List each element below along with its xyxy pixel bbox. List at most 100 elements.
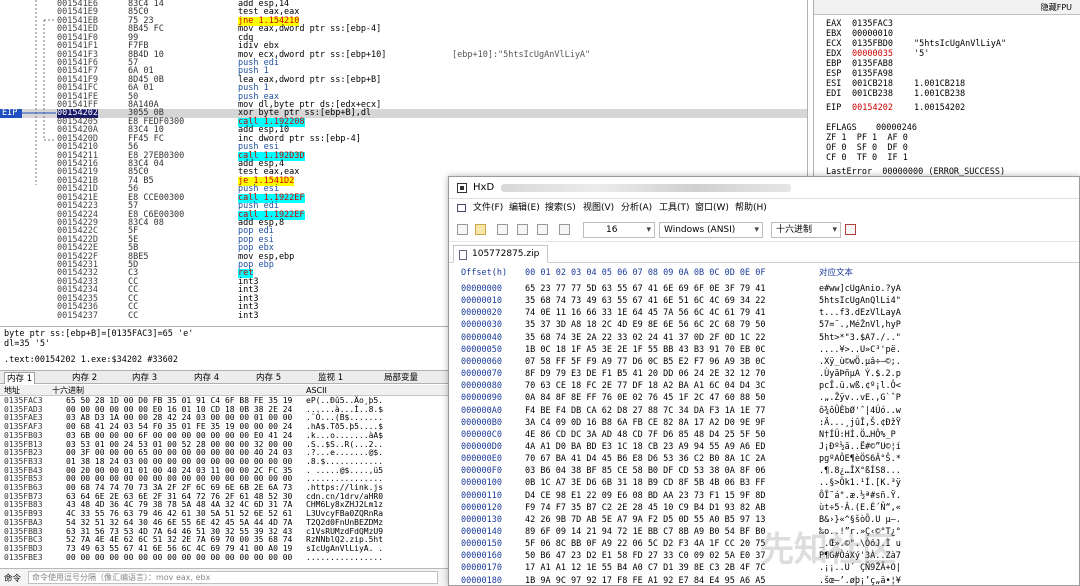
register-value[interactable]: 0135FAB8 <box>852 60 893 69</box>
register-annotation[interactable]: "5htsIcUgAnVlLiyA" <box>914 40 1006 49</box>
charset-select[interactable]: Windows (ANSI) <box>659 222 763 238</box>
hex-row[interactable]: 00000080 70 63 CE 18 FC 2E 77 DF 18 A2 BA… <box>449 380 1079 392</box>
register-annotation[interactable]: 1.00154202 <box>914 104 965 113</box>
register-name[interactable]: ESP <box>826 70 841 79</box>
hex-row[interactable]: 00000130 42 26 9B 7D AB 5E A7 9A F2 D5 0D… <box>449 514 1079 526</box>
register-name[interactable]: EDI <box>826 90 841 99</box>
offset-base-select[interactable]: 十六进制 <box>771 222 841 238</box>
register-name[interactable]: ECX <box>826 40 841 49</box>
offset-base-value: 十六进制 <box>776 225 813 235</box>
hxd-menu-item[interactable]: 编辑(E) <box>509 199 540 217</box>
memory-tab[interactable]: 内存 1 <box>4 372 36 384</box>
register-annotation[interactable]: 1.001CB238 <box>914 90 965 99</box>
window-menu-icon[interactable] <box>457 204 466 212</box>
hex-row[interactable]: 00000110 D4 CE 98 E1 22 09 E6 08 BD AA 23… <box>449 490 1079 502</box>
hxd-toolbar: 16 Windows (ANSI) 十六进制 <box>449 218 1079 242</box>
register-name[interactable]: ESI <box>826 80 841 89</box>
hex-bytes: 4A A1 D0 BA BD E3 1C 18 CB 23 A9 94 55 A… <box>525 441 766 452</box>
hex-offset: 00000180 <box>461 575 502 586</box>
register-value[interactable]: 0135FBD0 <box>852 40 893 49</box>
register-name[interactable]: EBX <box>826 30 841 39</box>
eflags-value[interactable]: 00000246 <box>876 124 917 133</box>
hex-row[interactable]: 00000040 35 68 74 3E 2A 22 33 02 24 41 37… <box>449 332 1079 344</box>
register-name[interactable]: EBP <box>826 60 841 69</box>
memory-tab[interactable]: 监视 1 <box>316 372 345 384</box>
command-input[interactable]: 命令使用逗号分隔（像汇编语言）：mov eax, ebx <box>28 571 438 584</box>
hxd-menu-item[interactable]: 工具(T) <box>659 199 690 217</box>
hex-bytes: 70 63 CE 18 FC 2E 77 DF 18 A2 BA A1 6C 0… <box>525 381 766 392</box>
info-pane: byte ptr ss:[ebp+B]=[0135FAC3]=65 'e' dl… <box>0 326 448 368</box>
byte-column-header: 00 01 02 03 04 05 06 07 08 09 0A 0B 0C 0… <box>525 268 766 278</box>
hxd-title-bar[interactable]: HxD <box>449 177 1079 199</box>
hex-row[interactable]: 000000D0 4A A1 D0 BA BD E3 1C 18 CB 23 A9… <box>449 441 1079 453</box>
register-value[interactable]: 001CB218 <box>852 80 893 89</box>
memory-tab[interactable]: 内存 5 <box>254 372 283 384</box>
register-name[interactable]: EAX <box>826 20 841 29</box>
hide-fpu-toggle[interactable]: 隐藏FPU <box>814 0 1080 15</box>
hex-offset: 00000150 <box>461 539 502 550</box>
register-value[interactable]: 001CB238 <box>852 90 893 99</box>
open-folder-icon[interactable] <box>475 224 486 235</box>
hex-row[interactable]: 00000160 50 B6 47 23 D2 E1 58 FD 27 33 C0… <box>449 550 1079 562</box>
save-icon[interactable] <box>497 224 508 235</box>
hex-text: 57=¨.,MéŽnVl,hyP <box>819 320 901 331</box>
hex-row[interactable]: 00000170 17 A1 A1 12 1E 55 B4 A0 C7 D1 39… <box>449 562 1079 574</box>
hxd-menu-item[interactable]: 搜索(S) <box>545 199 576 217</box>
hex-row[interactable]: 00000000 65 23 77 77 5D 63 55 67 41 6E 69… <box>449 283 1079 295</box>
hex-row[interactable]: 00000060 07 58 FF 5F F9 A9 77 D6 0C B5 E2… <box>449 356 1079 368</box>
hxd-menu-item[interactable]: 窗口(W) <box>695 199 729 217</box>
hex-row[interactable]: 00000120 F9 74 F7 35 B7 C2 2E 28 45 10 C9… <box>449 502 1079 514</box>
hex-row[interactable]: 000000B0 3A C4 09 0D 16 B8 6A FB CE 82 8A… <box>449 417 1079 429</box>
hex-row[interactable]: 000000F0 03 B6 04 38 BF 85 CE 58 B0 DF CD… <box>449 465 1079 477</box>
flag-row[interactable]: ZF 1 PF 1 AF 0 <box>826 134 908 143</box>
register-name[interactable]: EDX <box>826 50 841 59</box>
bytes-per-row-select[interactable]: 16 <box>583 222 655 238</box>
flag-row[interactable]: OF 0 SF 0 DF 0 <box>826 144 908 153</box>
hex-row[interactable]: 000000E0 70 67 BA 41 D4 45 B6 E8 D6 53 36… <box>449 453 1079 465</box>
hex-row[interactable]: 00000020 74 0E 11 16 66 33 1E 64 45 7A 56… <box>449 307 1079 319</box>
register-value[interactable]: 0135FA98 <box>852 70 893 79</box>
hex-row[interactable]: 000000A0 F4 BE F4 DB CA 62 D8 27 88 7C 34… <box>449 405 1079 417</box>
hex-row[interactable]: 00000050 1B 0C 18 1F A5 3E 2E 1F 55 BB 43… <box>449 344 1079 356</box>
eflags-label[interactable]: EFLAGS <box>826 124 857 133</box>
hex-row[interactable]: 000000C0 4E 86 CD DC 3A AD 48 CD 7F D6 85… <box>449 429 1079 441</box>
memory-tab[interactable]: 内存 4 <box>192 372 221 384</box>
memory-tab[interactable]: 内存 2 <box>70 372 99 384</box>
register-value[interactable]: 00154202 <box>852 104 893 113</box>
copy-icon[interactable] <box>537 224 548 235</box>
register-annotation[interactable]: 1.001CB218 <box>914 80 965 89</box>
flag-row[interactable]: CF 0 TF 0 IF 1 <box>826 154 908 163</box>
hxd-menu-item[interactable]: 分析(A) <box>621 199 652 217</box>
hex-row[interactable]: 00000090 0A 84 8F 8E FF 76 0E 02 76 45 1F… <box>449 392 1079 404</box>
hxd-menu-item[interactable]: 帮助(H) <box>735 199 767 217</box>
print-icon[interactable] <box>517 224 528 235</box>
file-tab[interactable]: 105772875.zip <box>453 245 549 263</box>
hex-row[interactable]: 00000180 1B 9A 9C 97 92 17 F8 FE A1 92 E7… <box>449 575 1079 586</box>
hex-row[interactable]: 00000030 35 37 3D A8 18 2C 4D E9 8E 6E 56… <box>449 319 1079 331</box>
hex-text: :Ä...¸jûÎ‚Š.¢ÐžŸ <box>819 417 901 428</box>
hex-row[interactable]: 00000150 5F 06 8C BB 0F A9 22 06 5C D2 F3… <box>449 538 1079 550</box>
hxd-menu-item[interactable]: 文件(F) <box>473 199 503 217</box>
hex-row[interactable]: 00000100 0B 1C A7 3E D6 6B 31 18 B9 CD 8F… <box>449 477 1079 489</box>
hex-row[interactable]: 00000070 8F D9 79 E3 DE F1 B5 41 20 DD 06… <box>449 368 1079 380</box>
hex-bytes: 65 23 77 77 5D 63 55 67 41 6E 69 6F 0E 3… <box>525 284 766 294</box>
register-value[interactable]: 00000010 <box>852 30 893 39</box>
register-value[interactable]: 00000035 <box>852 50 893 59</box>
memory-tab[interactable]: 局部变量 <box>382 372 420 384</box>
dump-header-address: 地址 <box>4 386 20 395</box>
memory-tab[interactable]: 内存 3 <box>130 372 159 384</box>
hex-row[interactable]: 00000140 89 6F 09 14 21 94 72 1E BB C7 8B… <box>449 526 1079 538</box>
hxd-menu-item[interactable]: 视图(V) <box>583 199 614 217</box>
close-document-icon[interactable] <box>845 224 856 235</box>
hex-row[interactable]: 00000010 35 68 74 73 49 63 55 67 41 6E 51… <box>449 295 1079 307</box>
register-value[interactable]: 0135FAC3 <box>852 20 893 29</box>
new-file-icon[interactable] <box>457 224 468 235</box>
hxd-menu-bar: 文件(F) 编辑(E) 搜索(S) 视图(V) 分析(A) 工具(T) 窗口(W) 帮助(H) <box>449 199 1079 217</box>
hex-text: .¶.8¿…ÎX°ßÍS8... <box>819 466 901 477</box>
columns-icon[interactable] <box>559 224 570 235</box>
register-annotation[interactable]: '5' <box>914 50 929 59</box>
register-name[interactable]: EIP <box>826 104 841 113</box>
hxd-window[interactable]: HxD 文件(F) 编辑(E) 搜索(S) 视图(V) 分析(A) 工具(T) 窗口(W) 帮… <box>448 176 1080 586</box>
memory-dump-pane[interactable]: 地址 十六进制 ASCII 0135FAC3 65 50 28 1D 00 D0 … <box>0 385 448 565</box>
hxd-document-tabs: 105772875.zip <box>449 243 1079 263</box>
